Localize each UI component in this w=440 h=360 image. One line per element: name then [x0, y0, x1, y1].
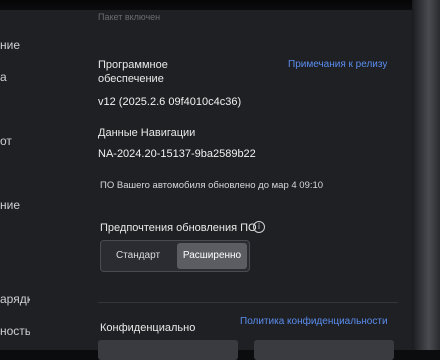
- option-standard[interactable]: Стандарт: [103, 243, 173, 269]
- sidebar-item-6[interactable]: ность: [0, 324, 30, 338]
- update-preference-title: Предпочтения обновления ПО: [100, 222, 257, 234]
- privacy-title: Конфиденциально: [100, 322, 196, 334]
- release-notes-link[interactable]: Примечания к релизу: [288, 59, 387, 70]
- sidebar-item-1[interactable]: ние: [0, 38, 30, 52]
- privacy-option-button-right[interactable]: [254, 340, 394, 360]
- navigation-data-title: Данные Навигации: [98, 127, 196, 139]
- option-advanced[interactable]: Расширенно: [177, 243, 247, 269]
- software-settings-screen: ние а от ние арядки ность Пакет включен …: [0, 10, 420, 360]
- update-status-text: ПО Вашего автомобиля обновлено до мар 4 …: [100, 180, 324, 191]
- software-title: Программное обеспечение: [98, 59, 168, 85]
- software-version: v12 (2025.2.6 09f4010c4c36): [98, 96, 242, 108]
- package-status-text: Пакет включен: [98, 12, 161, 22]
- sidebar-item-4[interactable]: ние: [0, 198, 30, 212]
- navigation-data-version: NA-2024.20-15137-9ba2589b22: [98, 148, 256, 160]
- sidebar-item-5[interactable]: арядки: [0, 292, 30, 306]
- settings-sidebar: ние а от ние арядки ность: [0, 10, 30, 350]
- display-bezel-right: [412, 0, 440, 350]
- software-panel: Пакет включен Программное обеспечение Пр…: [98, 10, 420, 360]
- sidebar-item-3[interactable]: от: [0, 134, 30, 148]
- update-preference-selector: Стандарт Расширенно: [100, 240, 250, 272]
- section-divider: [98, 302, 398, 303]
- sidebar-item-2[interactable]: а: [0, 70, 30, 84]
- privacy-option-button-left[interactable]: [98, 340, 238, 360]
- privacy-policy-link[interactable]: Политика конфиденциальности: [240, 316, 388, 327]
- info-icon[interactable]: i: [253, 221, 265, 233]
